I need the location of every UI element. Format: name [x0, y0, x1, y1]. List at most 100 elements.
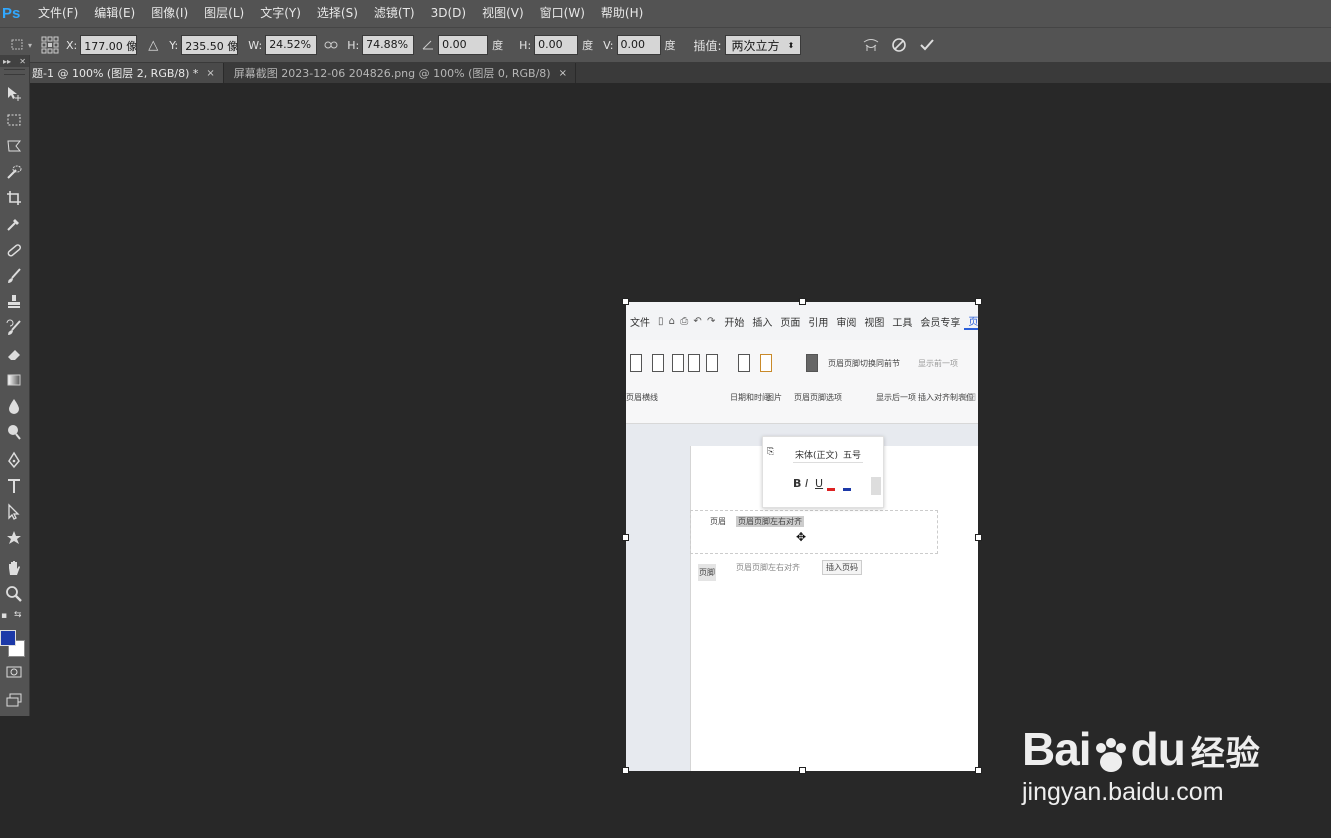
cancel-icon[interactable] — [889, 35, 909, 55]
reference-point-icon[interactable] — [40, 35, 60, 55]
dodge-tool-icon[interactable] — [2, 421, 26, 443]
format-painter-icon: ⎘ — [767, 447, 775, 457]
transform-handle-bottom[interactable] — [799, 767, 806, 774]
close-icon[interactable]: × — [206, 68, 214, 79]
wps-tab-insert: 插入 — [752, 317, 773, 329]
swap-colors-icon[interactable]: ⇆ — [14, 610, 22, 620]
document-canvas[interactable]: 文件 ▯ ⌂ ⎙ ↶ ↷ 开始 插入 页面 引用 审阅 视图 工具 会员专享 页… — [626, 302, 978, 771]
interp-select[interactable]: 两次立方 ⬍ — [724, 35, 802, 55]
move-cursor-icon: ✥ — [796, 530, 807, 544]
wps-tab-review: 审阅 — [836, 317, 857, 329]
stamp-tool-icon[interactable] — [2, 291, 26, 313]
hskew-input[interactable]: 0.00 — [534, 35, 579, 55]
quick-mask-icon[interactable] — [2, 661, 26, 683]
vskew-input[interactable]: 0.00 — [616, 35, 661, 55]
menu-layer[interactable]: 图层(L) — [196, 0, 252, 27]
h-label: H: — [347, 38, 360, 52]
marquee-tool-icon[interactable] — [2, 109, 26, 131]
tab-screenshot[interactable]: 屏幕截图 2023-12-06 204826.png @ 100% (图层 0,… — [223, 63, 576, 83]
warp-icon[interactable] — [861, 35, 881, 55]
wps-tab-page: 页面 — [780, 317, 801, 329]
transform-handle-top-right[interactable] — [975, 298, 982, 305]
zoom-tool-icon[interactable] — [2, 583, 26, 605]
close-icon[interactable]: × — [559, 68, 567, 79]
ribbon-label: 关闭 — [960, 393, 976, 402]
link-icon[interactable] — [321, 35, 341, 55]
move-tool-icon[interactable] — [2, 83, 26, 105]
insert-page-number-button: 插入页码 — [822, 560, 862, 575]
h-input[interactable]: 74.88% — [362, 35, 415, 55]
ribbon-label: 图片 — [766, 393, 782, 402]
delta-icon[interactable]: △ — [143, 35, 163, 55]
ribbon-label: 页眉页脚选项 — [794, 393, 842, 402]
ribbon-label: 页眉横线 — [626, 393, 658, 402]
watermark-brand2: du — [1130, 723, 1186, 775]
brush-tool-icon[interactable] — [2, 265, 26, 287]
menu-window[interactable]: 窗口(W) — [532, 0, 593, 27]
interp-label: 插值: — [693, 38, 722, 53]
ribbon-options-icon — [806, 354, 818, 372]
tools-panel: ▸▸ ✕ ▪ ⇆ — [0, 55, 30, 716]
bold-icon: B — [793, 477, 802, 490]
watermark-url: jingyan.baidu.com — [1022, 778, 1224, 806]
pen-tool-icon[interactable] — [2, 449, 26, 471]
hskew-label: H: — [519, 38, 532, 52]
eyedropper-tool-icon[interactable] — [2, 213, 26, 235]
menu-view[interactable]: 视图(V) — [474, 0, 532, 27]
watermark-brand: Bai — [1022, 723, 1092, 775]
type-tool-icon[interactable] — [2, 475, 26, 497]
foreground-color-swatch[interactable] — [0, 630, 16, 646]
quick-select-tool-icon[interactable] — [2, 161, 26, 183]
menu-help[interactable]: 帮助(H) — [593, 0, 651, 27]
wps-tab-view: 视图 — [864, 317, 885, 329]
w-input[interactable]: 24.52% — [265, 35, 318, 55]
screen-mode-icon[interactable] — [2, 689, 26, 711]
healing-brush-tool-icon[interactable] — [2, 239, 26, 261]
underline-icon: U — [815, 477, 824, 490]
transform-handle-top[interactable] — [799, 298, 806, 305]
header-cell-label: 页眉 — [710, 517, 726, 526]
transform-handle-top-left[interactable] — [622, 298, 629, 305]
angle-input[interactable]: 0.00 — [438, 35, 489, 55]
hand-tool-icon[interactable] — [2, 557, 26, 579]
document-tab-bar: 题-1 @ 100% (图层 2, RGB/8) * × 屏幕截图 2023-1… — [30, 63, 1331, 83]
collapse-icon[interactable]: ▸▸ — [3, 57, 11, 66]
x-input[interactable]: 177.00 像素 — [80, 35, 138, 55]
shape-tool-icon[interactable] — [2, 527, 26, 549]
transform-handle-left[interactable] — [622, 534, 629, 541]
path-select-tool-icon[interactable] — [2, 501, 26, 523]
chevron-down-icon[interactable]: ▾ — [28, 41, 32, 50]
lasso-tool-icon[interactable] — [2, 135, 26, 157]
ribbon-date-icon — [738, 354, 750, 372]
paw-icon — [1091, 733, 1131, 773]
default-colors-icon[interactable]: ▪ — [1, 611, 7, 621]
transform-handle-bottom-left[interactable] — [622, 767, 629, 774]
transform-tool-icon[interactable] — [8, 35, 28, 55]
menu-3d[interactable]: 3D(D) — [423, 0, 474, 27]
y-input[interactable]: 235.50 像素 — [181, 35, 239, 55]
menu-select[interactable]: 选择(S) — [309, 0, 366, 27]
tab-screenshot-label: 屏幕截图 2023-12-06 204826.png @ 100% (图层 0,… — [233, 67, 551, 80]
ribbon-page-icon — [630, 354, 642, 372]
menu-type[interactable]: 文字(Y) — [252, 0, 309, 27]
crop-tool-icon[interactable] — [2, 187, 26, 209]
transform-handle-right[interactable] — [975, 534, 982, 541]
tab-document-1[interactable]: 题-1 @ 100% (图层 2, RGB/8) * × — [30, 63, 224, 83]
blur-tool-icon[interactable] — [2, 395, 26, 417]
menu-edit[interactable]: 编辑(E) — [86, 0, 143, 27]
wps-tab-bar: 文件 ▯ ⌂ ⎙ ↶ ↷ 开始 插入 页面 引用 审阅 视图 工具 会员专享 页… — [626, 302, 978, 340]
eraser-tool-icon[interactable] — [2, 343, 26, 365]
menu-file[interactable]: 文件(F) — [30, 0, 86, 27]
history-brush-tool-icon[interactable] — [2, 317, 26, 339]
menu-filter[interactable]: 滤镜(T) — [366, 0, 423, 27]
transform-handle-bottom-right[interactable] — [975, 767, 982, 774]
menu-image[interactable]: 图像(I) — [143, 0, 196, 27]
gradient-tool-icon[interactable] — [2, 369, 26, 391]
interp-value: 两次立方 — [731, 38, 780, 53]
panel-grip[interactable] — [4, 69, 25, 75]
commit-check-icon[interactable] — [917, 35, 937, 55]
close-icon[interactable]: ✕ — [19, 57, 26, 66]
tools-panel-header[interactable]: ▸▸ ✕ — [0, 55, 29, 67]
ribbon-page-icon — [652, 354, 664, 372]
wps-tab-tools: 工具 — [892, 317, 913, 329]
